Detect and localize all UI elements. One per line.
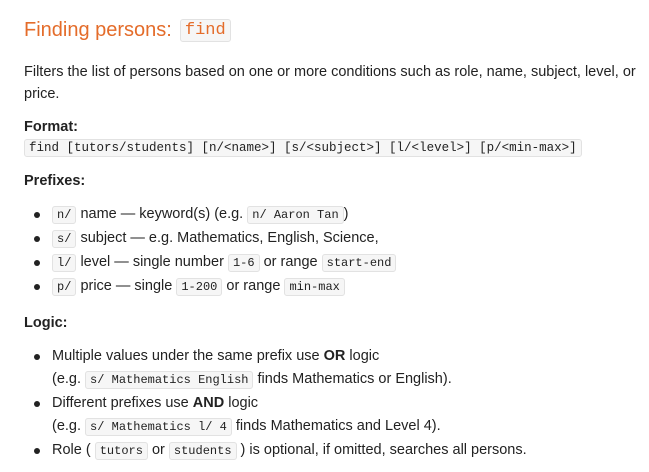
example-code: n/ Aaron Tan — [247, 206, 344, 224]
section-heading: Finding persons: find — [24, 0, 649, 45]
list-item: n/ name — keyword(s) (e.g. n/ Aaron Tan) — [24, 203, 649, 227]
logic-text: logic — [228, 395, 259, 411]
prefix-mid: or range — [263, 254, 318, 270]
value-code: 1-200 — [176, 278, 223, 296]
prefix-code: n/ — [52, 206, 77, 224]
logic-text: Different prefixes use — [52, 395, 189, 411]
range-code: min-max — [284, 278, 345, 296]
list-item: Different prefixes use AND logic (e.g. s… — [24, 392, 649, 439]
list-item: p/ price — single 1-200 or range min-max — [24, 275, 649, 299]
logic-label: Logic: — [24, 315, 68, 331]
prefix-text: subject — e.g. Mathematics, English, Sci… — [80, 230, 379, 246]
prefix-text: level — single number — [80, 254, 224, 270]
prefix-code: l/ — [52, 254, 77, 272]
find-section: Finding persons: find Filters the list o… — [0, 0, 649, 463]
prefix-text: name — keyword(s) (e.g. — [80, 206, 244, 222]
example-suffix: finds Mathematics and Level 4). — [235, 418, 441, 434]
example-code: s/ Mathematics l/ 4 — [85, 418, 232, 436]
list-item: Role ( tutors or students ) is optional,… — [24, 439, 649, 463]
logic-keyword: AND — [192, 395, 225, 411]
list-item: l/ level — single number 1-6 or range st… — [24, 251, 649, 275]
format-label: Format: — [24, 119, 78, 135]
prefix-code: s/ — [52, 230, 77, 248]
description: Filters the list of persons based on one… — [24, 64, 636, 102]
heading-text: Finding persons: — [24, 18, 172, 41]
prefix-text: price — single — [80, 278, 173, 294]
logic-keyword: OR — [323, 348, 346, 364]
prefixes-list: n/ name — keyword(s) (e.g. n/ Aaron Tan)… — [24, 203, 649, 299]
logic-text: Multiple values under the same prefix us… — [52, 348, 320, 364]
heading-command: find — [179, 18, 231, 42]
role-code: tutors — [94, 442, 148, 460]
logic-text: ) is optional, if omitted, searches all … — [240, 442, 527, 458]
value-code: 1-6 — [227, 254, 260, 272]
logic-text: Role ( — [52, 442, 91, 458]
example-suffix: finds Mathematics or English). — [257, 371, 452, 387]
prefix-code: p/ — [52, 278, 77, 296]
list-item: s/ subject — e.g. Mathematics, English, … — [24, 227, 649, 251]
prefix-mid: or range — [226, 278, 281, 294]
logic-text: logic — [349, 348, 380, 364]
logic-example: (e.g. s/ Mathematics English finds Mathe… — [52, 368, 649, 392]
prefix-tail: ) — [343, 206, 349, 222]
example-prefix: (e.g. — [52, 371, 82, 387]
example-prefix: (e.g. — [52, 418, 82, 434]
logic-text: or — [151, 442, 165, 458]
format-code: find [tutors/students] [n/<name>] [s/<su… — [24, 139, 582, 157]
range-code: start-end — [321, 254, 397, 272]
example-code: s/ Mathematics English — [85, 371, 254, 389]
logic-list: Multiple values under the same prefix us… — [24, 345, 649, 463]
logic-example: (e.g. s/ Mathematics l/ 4 finds Mathemat… — [52, 415, 649, 439]
role-code: students — [168, 442, 237, 460]
prefixes-label: Prefixes: — [24, 173, 86, 189]
list-item: Multiple values under the same prefix us… — [24, 345, 649, 392]
